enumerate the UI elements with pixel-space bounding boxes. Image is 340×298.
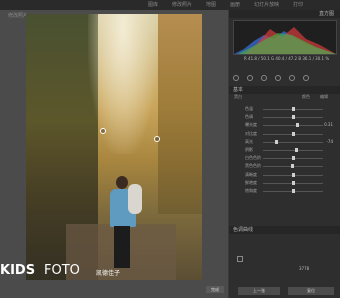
slider-label: 清晰度 — [245, 171, 257, 177]
photo-trees-right — [158, 14, 202, 214]
brush-icon[interactable] — [303, 75, 309, 81]
module-menu: 图库 修改照片 地图 画册 幻灯片放映 打印 — [148, 1, 303, 8]
photo-subject — [108, 176, 142, 268]
slider-value[interactable]: -74 — [326, 139, 333, 144]
histogram-graph — [234, 27, 336, 54]
tool-strip — [233, 74, 335, 82]
menu-book[interactable]: 画册 — [230, 1, 240, 8]
slider-knob[interactable] — [275, 139, 278, 144]
slider-label: 鲜艳度 — [245, 179, 257, 185]
menu-library[interactable]: 图库 — [148, 1, 158, 8]
slider-row[interactable]: 色温 — [233, 106, 335, 112]
crop-tool-icon[interactable] — [233, 75, 239, 81]
slider-knob[interactable] — [292, 115, 295, 120]
slider-row[interactable]: 阴影 — [233, 147, 335, 153]
slider-label: 高光 — [245, 138, 253, 144]
slider-knob[interactable] — [292, 180, 295, 185]
slider-track[interactable] — [263, 125, 323, 127]
slider-knob[interactable] — [292, 156, 295, 161]
adjustment-pin[interactable] — [154, 136, 160, 142]
watermark-kids: KIDS — [0, 263, 36, 278]
tone-curve-header[interactable]: 色调曲线 — [229, 226, 340, 234]
photo-backlight — [88, 14, 158, 154]
slider-label: 饱和度 — [245, 188, 257, 193]
slider-row[interactable]: 色调 — [233, 114, 335, 120]
histogram-header[interactable]: 直方图 — [229, 10, 340, 18]
graduated-filter-icon[interactable] — [275, 75, 281, 81]
slider-knob[interactable] — [292, 107, 295, 111]
slider-row[interactable]: 白色色阶 — [233, 155, 335, 161]
slider-row[interactable]: 曝光度 0.31 — [233, 122, 335, 128]
slider-label: 白色色阶 — [245, 155, 261, 161]
slider-knob[interactable] — [296, 123, 299, 128]
menu-develop[interactable]: 修改照片 — [172, 1, 192, 8]
photo-panel-title: 修改照片 — [8, 13, 29, 19]
treatment-edit[interactable]: 编辑 — [320, 94, 328, 100]
done-button[interactable]: 完成 — [206, 286, 224, 293]
slider-row[interactable]: 黑色色阶 — [233, 163, 335, 169]
histogram-readout: R 41.8 / 50.1 G 40.4 / 47.2 B 36.1 / 30.… — [244, 56, 330, 61]
slider-track[interactable] — [263, 141, 323, 143]
radial-filter-icon[interactable] — [289, 75, 295, 81]
slider-value[interactable]: 0.31 — [324, 122, 333, 127]
slider-row[interactable]: 对比度 — [233, 131, 335, 137]
watermark-foto: FOTO — [44, 263, 80, 278]
treatment-color[interactable]: 颜色 — [302, 94, 310, 100]
spot-removal-icon[interactable] — [247, 75, 253, 81]
top-menubar: 图库 修改照片 地图 画册 幻灯片放映 打印 — [0, 0, 340, 10]
subject-head — [116, 176, 128, 189]
slider-label: 曝光度 — [245, 122, 257, 128]
basic-section-header[interactable]: 基本 — [229, 86, 340, 94]
slider-label: 阴影 — [245, 147, 253, 152]
slider-label: 黑色色阶 — [245, 163, 261, 169]
slider-label: 色调 — [245, 114, 253, 120]
subject-legs — [114, 226, 130, 268]
adjustment-pin[interactable] — [100, 128, 106, 134]
photo-canvas[interactable] — [26, 14, 202, 280]
slider-knob[interactable] — [295, 148, 298, 152]
reset-button[interactable]: 复位 — [288, 287, 334, 295]
slider-knob[interactable] — [292, 172, 295, 177]
red-eye-icon[interactable] — [261, 75, 267, 81]
slider-row[interactable]: 饱和度 — [233, 188, 335, 194]
bottom-value: 3778 — [299, 266, 310, 271]
previous-button[interactable]: 上一张 — [238, 287, 280, 295]
slider-label: 对比度 — [245, 130, 257, 136]
menu-slideshow[interactable]: 幻灯片放映 — [254, 1, 279, 8]
slider-label: 色温 — [245, 106, 253, 111]
watermark-chinese: 凯德佳子 — [96, 270, 121, 277]
slider-knob[interactable] — [292, 131, 295, 136]
slider-row[interactable]: 高光 -74 — [233, 139, 335, 145]
menu-print[interactable]: 打印 — [293, 1, 303, 8]
slider-row[interactable]: 鲜艳度 — [233, 180, 335, 186]
histogram — [233, 20, 337, 55]
eyedropper-icon[interactable] — [237, 256, 243, 262]
treatment-row: 黑白 颜色 编辑 — [232, 94, 336, 100]
subject-child — [128, 184, 142, 214]
menu-map[interactable]: 地图 — [206, 1, 216, 8]
slider-track[interactable] — [263, 150, 323, 151]
treatment-bw[interactable]: 黑白 — [234, 94, 242, 100]
slider-knob[interactable] — [291, 164, 294, 169]
slider-knob[interactable] — [292, 189, 295, 193]
slider-row[interactable]: 清晰度 — [233, 172, 335, 178]
